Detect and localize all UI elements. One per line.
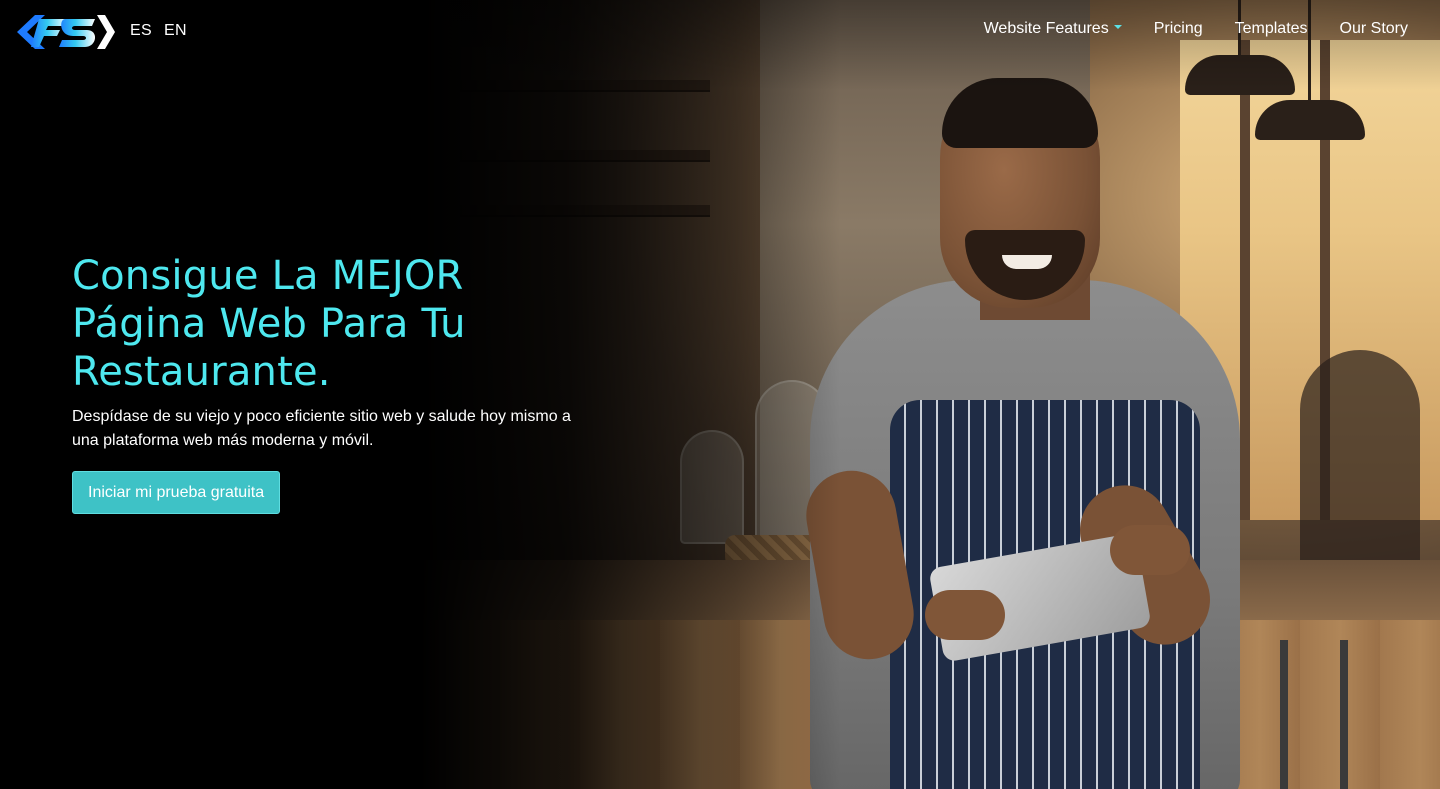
nav-our-story-link[interactable]: Our Story [1340,20,1408,38]
main-nav: Website Features Pricing Templates Our S… [984,20,1408,38]
nav-pricing-link[interactable]: Pricing [1154,20,1203,38]
photo-lamp [1255,100,1365,140]
language-en-link[interactable]: EN [164,22,187,40]
photo-stool-leg [1280,640,1288,789]
start-free-trial-button[interactable]: Iniciar mi prueba gratuita [72,471,281,514]
nav-item-label: Templates [1234,20,1308,37]
nav-templates-link[interactable]: Templates [1235,20,1308,38]
nav-item-label: Website Features [983,20,1109,37]
fs-logo[interactable] [15,13,117,51]
photo-window-frame [1240,40,1250,520]
photo-person-hand [1110,525,1190,575]
landing-page: ES EN Website Features Pricing Templates… [0,0,1440,789]
caret-down-icon [1113,24,1122,29]
photo-stool-leg [1340,640,1348,789]
language-es-link[interactable]: ES [130,22,152,40]
hero-title: Consigue La MEJOR Página Web Para Tu Res… [72,253,466,395]
nav-item-label: Our Story [1339,20,1408,37]
hero-subtitle: Despídase de su viejo y poco eficiente s… [72,408,571,449]
nav-item-label: Pricing [1153,20,1203,37]
hero-section: Consigue La MEJOR Página Web Para Tu Res… [72,252,592,514]
photo-person-hand [925,590,1005,640]
site-header: ES EN Website Features Pricing Templates… [0,0,1440,64]
photo-person-smile [1002,255,1052,269]
nav-website-features-dropdown[interactable]: Website Features [984,20,1122,38]
